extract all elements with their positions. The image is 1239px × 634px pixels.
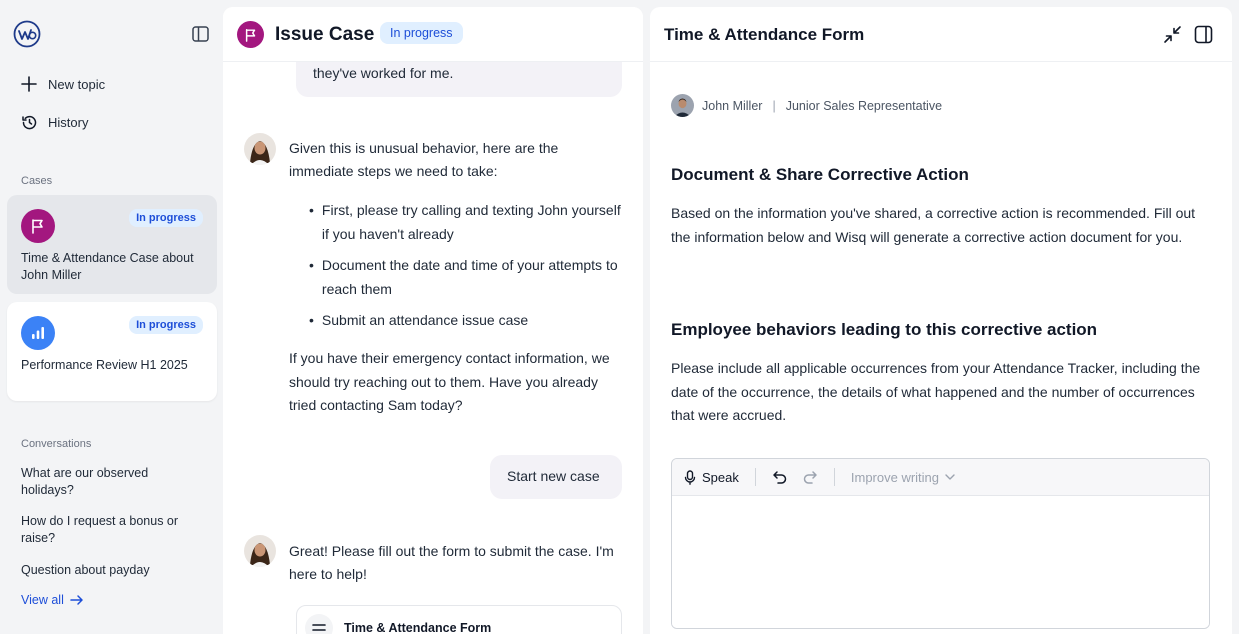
list-item: • Submit an attendance issue case <box>309 309 629 333</box>
assistant-avatar <box>244 133 276 165</box>
bar-chart-icon <box>21 316 55 350</box>
new-topic-button[interactable]: New topic <box>20 73 105 95</box>
user-message-bubble: Start new case <box>490 455 622 499</box>
new-topic-label: New topic <box>48 76 106 92</box>
conversation-link[interactable]: What are our observed holidays? <box>21 465 201 499</box>
section-title: Document & Share Corrective Action <box>671 165 969 184</box>
user-message-text: Start new case <box>507 468 600 484</box>
assistant-message: Great! Please fill out the form to submi… <box>289 543 614 582</box>
history-button[interactable]: History <box>20 111 88 133</box>
form-attachment-card[interactable]: Time & Attendance Form <box>296 605 622 634</box>
undo-icon[interactable] <box>772 470 788 484</box>
separator: | <box>772 98 776 113</box>
microphone-icon <box>684 469 696 485</box>
panel-toggle-icon[interactable] <box>1193 24 1213 44</box>
flag-icon <box>237 21 264 48</box>
assistant-message: If you have their emergency contact info… <box>289 350 610 413</box>
improve-writing-label: Improve writing <box>850 469 940 485</box>
assistant-message: Given this is unusual behavior, here are… <box>289 140 559 179</box>
status-badge: In progress <box>129 316 203 334</box>
list-item-text: Submit an attendance issue case <box>321 312 529 328</box>
employee-info: John Miller | Junior Sales Representativ… <box>671 94 942 117</box>
employee-name: John Miller <box>702 98 763 113</box>
section-title: Employee behaviors leading to this corre… <box>671 320 1098 339</box>
user-message-text: they've worked for me. <box>313 65 454 81</box>
case-title: Performance Review H1 2025 <box>21 358 188 372</box>
menu-icon <box>305 614 333 634</box>
list-item-text: First, please try calling and texting Jo… <box>321 202 621 242</box>
sidebar: New topic History Cases In progress Time… <box>0 0 223 634</box>
case-title: Time & Attendance Case about John Miller <box>21 251 194 282</box>
case-card-performance[interactable]: In progress Performance Review H1 2025 <box>7 302 217 401</box>
cases-section-label: Cases <box>21 175 53 187</box>
employee-role: Junior Sales Representative <box>785 98 943 113</box>
assistant-avatar <box>244 535 276 567</box>
editor-toolbar: Speak Improve writing <box>672 459 1209 496</box>
list-item: • Document the date and time of your atte… <box>309 254 629 301</box>
section-description: Please include all applicable occurrence… <box>671 360 1201 423</box>
form-title: Time & Attendance Form <box>664 25 865 44</box>
form-panel: Time & Attendance Form John Miller | Jun… <box>650 7 1232 634</box>
sidebar-toggle-icon[interactable] <box>192 26 210 42</box>
view-all-link[interactable]: View all <box>21 593 84 607</box>
form-header: Time & Attendance Form <box>650 7 1232 62</box>
improve-writing-dropdown[interactable]: Improve writing <box>851 470 955 485</box>
conversation-link[interactable]: How do I request a bonus or raise? <box>21 513 201 547</box>
rich-text-editor: Speak Improve writing <box>671 458 1210 629</box>
panel-divider[interactable] <box>643 7 650 634</box>
history-label: History <box>48 114 89 130</box>
case-card-attendance[interactable]: In progress Time & Attendance Case about… <box>7 195 217 294</box>
minimize-icon[interactable] <box>1162 24 1182 44</box>
assistant-steps-list: • First, please try calling and texting J… <box>309 199 629 333</box>
status-badge: In progress <box>129 209 203 227</box>
chat-title: Issue Case <box>275 24 375 45</box>
view-all-label: View all <box>21 593 64 607</box>
conversation-link[interactable]: Question about payday <box>21 562 201 579</box>
wisq-logo[interactable] <box>13 20 41 48</box>
chat-header: Issue Case In progress <box>223 7 643 62</box>
avatar <box>671 94 694 117</box>
status-badge: In progress <box>380 22 463 44</box>
chevron-down-icon <box>945 474 955 480</box>
arrow-right-icon <box>70 594 84 606</box>
form-card-title: Time & Attendance Form <box>344 621 492 634</box>
conversations-section-label: Conversations <box>21 438 92 450</box>
occurrences-textarea[interactable] <box>672 496 1209 628</box>
flag-icon <box>21 209 55 243</box>
list-item-text: Document the date and time of your attem… <box>321 257 618 297</box>
speak-label: Speak <box>702 469 739 485</box>
plus-icon <box>20 75 38 93</box>
history-icon <box>20 113 38 131</box>
list-item: • First, please try calling and texting J… <box>309 199 629 246</box>
redo-icon[interactable] <box>802 470 818 484</box>
chat-panel: Issue Case In progress they've worked fo… <box>223 7 643 634</box>
section-description: Based on the information you've shared, … <box>671 205 1196 245</box>
toolbar-divider <box>754 468 756 486</box>
toolbar-divider <box>833 468 835 486</box>
speak-button[interactable]: Speak <box>684 470 739 485</box>
